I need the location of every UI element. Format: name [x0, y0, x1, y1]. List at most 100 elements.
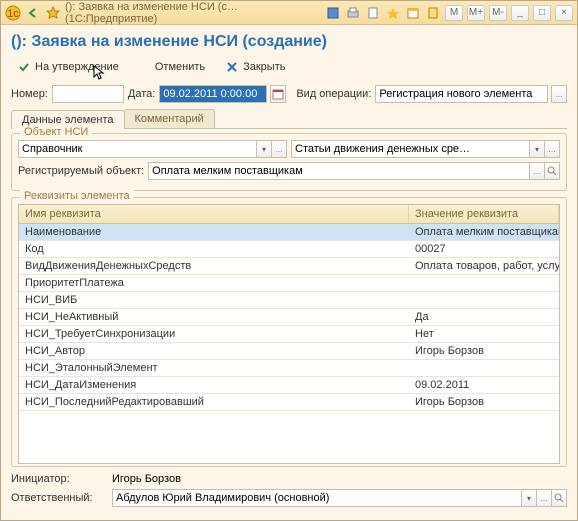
table-row[interactable]: НСИ_ПоследнийРедактировавшийИгорь Борзов — [19, 394, 559, 411]
mem-mplus[interactable]: M+ — [467, 5, 485, 21]
cell-value: Игорь Борзов — [409, 394, 559, 410]
tabs: Данные элемента Комментарий — [11, 109, 567, 129]
content: (): Заявка на изменение НСИ (создание) Н… — [1, 25, 577, 515]
date-picker-button[interactable] — [270, 85, 286, 103]
responsible-search-icon[interactable] — [551, 489, 567, 507]
mem-m[interactable]: M — [445, 5, 463, 21]
close-action-button[interactable]: Закрыть — [219, 58, 291, 76]
table-row[interactable]: ВидДвиженияДенежныхСредствОплата товаров… — [19, 258, 559, 275]
responsible-label: Ответственный: — [11, 492, 106, 504]
app-icon: 1c — [5, 5, 21, 21]
ref-type-dropdown[interactable]: ▾ — [256, 140, 272, 158]
cell-name: НСИ_ВИБ — [19, 292, 409, 308]
save-icon[interactable] — [325, 5, 341, 21]
cell-value: Игорь Борзов — [409, 343, 559, 359]
close-button[interactable]: × — [555, 5, 573, 21]
number-label: Номер: — [11, 88, 48, 100]
table-row[interactable]: ПриоритетПлатежа — [19, 275, 559, 292]
header-row: Номер: Дата: Вид операции: … — [11, 85, 567, 103]
check-icon — [17, 60, 31, 74]
document-icon[interactable] — [365, 5, 381, 21]
cell-value: 09.02.2011 — [409, 377, 559, 393]
table-header: Имя реквизита Значение реквизита — [19, 205, 559, 224]
ref-type-input[interactable] — [18, 140, 257, 158]
reg-more[interactable]: … — [529, 162, 545, 180]
tab-comment[interactable]: Комментарий — [124, 109, 215, 128]
calc-icon[interactable] — [425, 5, 441, 21]
table-row[interactable]: НСИ_АвторИгорь Борзов — [19, 343, 559, 360]
cell-name: НСИ_ДатаИзменения — [19, 377, 409, 393]
initiator-row: Инициатор: Игорь Борзов — [11, 473, 567, 485]
cell-value — [409, 292, 559, 308]
ref-right-dropdown[interactable]: ▾ — [529, 140, 545, 158]
initiator-label: Инициатор: — [11, 473, 106, 485]
print-icon[interactable] — [345, 5, 361, 21]
number-input[interactable] — [52, 85, 124, 103]
cell-name: НСИ_НеАктивный — [19, 309, 409, 325]
window: 1c (): Заявка на изменение НСИ (с… (1С:П… — [0, 0, 578, 521]
table-body: НаименованиеОплата мелким поставщикамКод… — [19, 224, 559, 411]
optype-label: Вид операции: — [296, 88, 371, 100]
window-title: (): Заявка на изменение НСИ (с… (1С:Пред… — [65, 1, 321, 25]
cell-name: НСИ_ЭталонныйЭлемент — [19, 360, 409, 376]
optype-input[interactable] — [375, 85, 548, 103]
responsible-more[interactable]: … — [536, 489, 552, 507]
svg-text:1c: 1c — [7, 8, 19, 20]
optype-more-button[interactable]: … — [551, 85, 567, 103]
ref-type-more[interactable]: … — [271, 140, 287, 158]
table-row[interactable]: Код00027 — [19, 241, 559, 258]
cell-name: НСИ_Автор — [19, 343, 409, 359]
approve-label: На утверждение — [35, 61, 119, 73]
cell-name: ВидДвиженияДенежныхСредств — [19, 258, 409, 274]
cell-value — [409, 275, 559, 291]
fieldset-object: Объект НСИ ▾ … ▾ … Регистрируемый объект… — [11, 133, 567, 191]
star-icon[interactable] — [45, 5, 61, 21]
toolbar: На утверждение Отменить Закрыть — [11, 57, 567, 77]
ref-right-more[interactable]: … — [544, 140, 560, 158]
cursor-icon — [93, 65, 105, 81]
cell-name: НСИ_ТребуетСинхронизации — [19, 326, 409, 342]
attrs-table[interactable]: Имя реквизита Значение реквизита Наимено… — [18, 204, 560, 464]
maximize-button[interactable]: □ — [533, 5, 551, 21]
minimize-button[interactable]: _ — [511, 5, 529, 21]
cell-value: Оплата товаров, работ, услуг, сырья … — [409, 258, 559, 274]
fieldset-object-title: Объект НСИ — [20, 126, 92, 138]
reg-label: Регистрируемый объект: — [18, 165, 144, 177]
fieldset-attrs-title: Реквизиты элемента — [20, 190, 134, 202]
calendar-icon[interactable] — [405, 5, 421, 21]
cell-value: Нет — [409, 326, 559, 342]
page-title: (): Заявка на изменение НСИ (создание) — [11, 33, 567, 51]
approve-button[interactable]: На утверждение — [11, 57, 141, 77]
table-row[interactable]: НСИ_ТребуетСинхронизацииНет — [19, 326, 559, 343]
col-value: Значение реквизита — [409, 205, 559, 223]
mem-mminus[interactable]: M- — [489, 5, 507, 21]
initiator-value: Игорь Борзов — [112, 473, 181, 485]
cell-name: Наименование — [19, 224, 409, 240]
table-row[interactable]: НСИ_ЭталонныйЭлемент — [19, 360, 559, 377]
back-icon[interactable] — [25, 5, 41, 21]
cell-name: Код — [19, 241, 409, 257]
table-row[interactable]: НСИ_ВИБ — [19, 292, 559, 309]
responsible-input[interactable] — [112, 489, 522, 507]
cell-name: НСИ_ПоследнийРедактировавший — [19, 394, 409, 410]
cell-value: 00027 — [409, 241, 559, 257]
cancel-label: Отменить — [155, 61, 205, 73]
col-name: Имя реквизита — [19, 205, 409, 223]
ref-right-input[interactable] — [291, 140, 530, 158]
table-row[interactable]: НСИ_НеАктивныйДа — [19, 309, 559, 326]
cell-value: Оплата мелким поставщикам — [409, 224, 559, 240]
reg-input[interactable] — [148, 162, 530, 180]
cell-value — [409, 360, 559, 376]
titlebar: 1c (): Заявка на изменение НСИ (с… (1С:П… — [1, 1, 577, 25]
cell-value: Да — [409, 309, 559, 325]
responsible-row: Ответственный: ▾ … — [11, 489, 567, 507]
cancel-button[interactable]: Отменить — [149, 59, 211, 75]
favorites-icon[interactable] — [385, 5, 401, 21]
date-input[interactable] — [159, 85, 267, 103]
table-row[interactable]: НСИ_ДатаИзменения09.02.2011 — [19, 377, 559, 394]
date-label: Дата: — [128, 88, 155, 100]
reg-search-icon[interactable] — [544, 162, 560, 180]
close-label: Закрыть — [243, 61, 285, 73]
responsible-dropdown[interactable]: ▾ — [521, 489, 537, 507]
table-row[interactable]: НаименованиеОплата мелким поставщикам — [19, 224, 559, 241]
